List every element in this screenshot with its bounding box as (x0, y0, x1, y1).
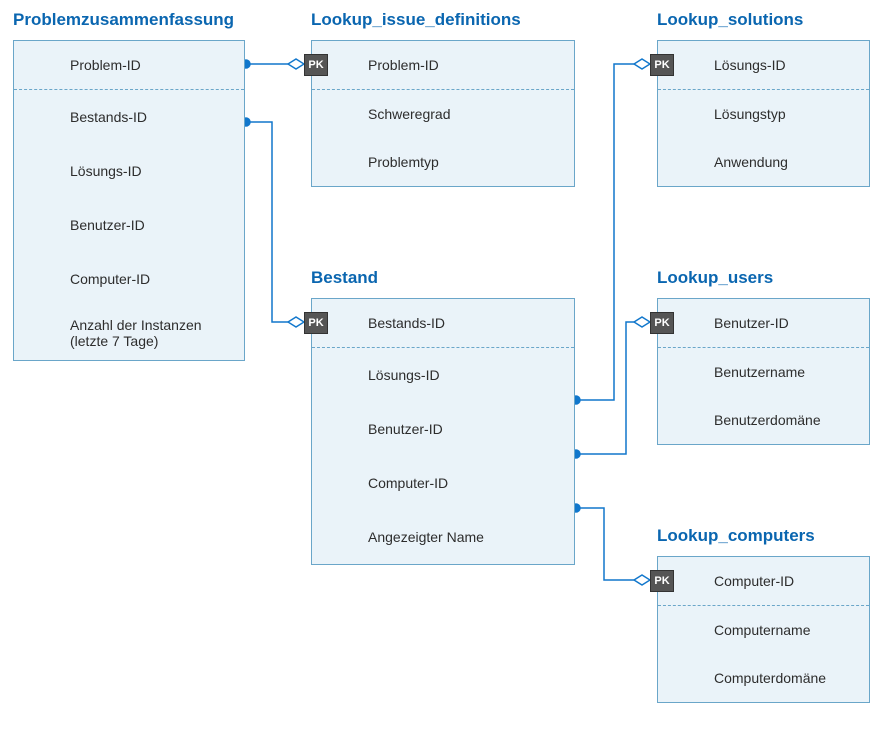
table-lookup-solutions: PK Lösungs-ID Lösungstyp Anwendung (657, 40, 870, 187)
field-label: Lösungs-ID (714, 57, 786, 73)
field: Angezeigter Name (312, 510, 574, 564)
table-bestand: PK Bestands-ID Lösungs-ID Benutzer-ID Co… (311, 298, 575, 565)
table-title-problem-summary: Problemzusammenfassung (13, 10, 234, 30)
table-title-lookup-users: Lookup_users (657, 268, 773, 288)
field-label: Bestands-ID (70, 109, 147, 125)
field-label: Anwendung (714, 154, 788, 170)
pk-badge-icon: PK (304, 312, 328, 334)
field: Lösungs-ID (312, 348, 574, 402)
pk-badge-icon: PK (304, 54, 328, 76)
field-label: Anzahl der Instanzen (letzte 7 Tage) (70, 317, 230, 349)
field: Bestands-ID (14, 90, 244, 144)
er-diagram-canvas: Problemzusammenfassung Problem-ID Bestan… (0, 0, 882, 744)
field-label: Benutzername (714, 364, 805, 380)
field-label: Computer-ID (368, 475, 448, 491)
field-label: Benutzer-ID (714, 315, 789, 331)
field-label: Problem-ID (70, 57, 141, 73)
field-label: Bestands-ID (368, 315, 445, 331)
pk-field: PK Bestands-ID (312, 299, 574, 347)
field-label: Schweregrad (368, 106, 451, 122)
pk-field: PK Lösungs-ID (658, 41, 869, 89)
field-label: Lösungstyp (714, 106, 786, 122)
field: Anwendung (658, 138, 869, 186)
field-label: Problem-ID (368, 57, 439, 73)
field: Lösungs-ID (14, 144, 244, 198)
table-title-bestand: Bestand (311, 268, 378, 288)
field: Problem-ID (14, 41, 244, 89)
field: Computer-ID (14, 252, 244, 306)
table-lookup-computers: PK Computer-ID Computername Computerdomä… (657, 556, 870, 703)
table-title-lookup-computers: Lookup_computers (657, 526, 815, 546)
field-label: Benutzer-ID (368, 421, 443, 437)
field-label: Computer-ID (70, 271, 150, 287)
field-label: Computername (714, 622, 811, 638)
pk-badge-icon: PK (650, 54, 674, 76)
field: Benutzername (658, 348, 869, 396)
field: Computer-ID (312, 456, 574, 510)
field-label: Benutzerdomäne (714, 412, 821, 428)
pk-field: PK Problem-ID (312, 41, 574, 89)
table-lookup-issue-definitions: PK Problem-ID Schweregrad Problemtyp (311, 40, 575, 187)
field-label: Lösungs-ID (368, 367, 440, 383)
field: Schweregrad (312, 90, 574, 138)
field-label: Problemtyp (368, 154, 439, 170)
field-label: Angezeigter Name (368, 529, 484, 545)
field: Anzahl der Instanzen (letzte 7 Tage) (14, 306, 244, 360)
pk-badge-icon: PK (650, 570, 674, 592)
table-title-lookup-issue-definitions: Lookup_issue_definitions (311, 10, 521, 30)
table-title-lookup-solutions: Lookup_solutions (657, 10, 803, 30)
table-problem-summary: Problem-ID Bestands-ID Lösungs-ID Benutz… (13, 40, 245, 361)
field-label: Computerdomäne (714, 670, 826, 686)
table-lookup-users: PK Benutzer-ID Benutzername Benutzerdomä… (657, 298, 870, 445)
field: Benutzerdomäne (658, 396, 869, 444)
field: Lösungstyp (658, 90, 869, 138)
field-label: Lösungs-ID (70, 163, 142, 179)
field: Benutzer-ID (14, 198, 244, 252)
field: Computerdomäne (658, 654, 869, 702)
pk-badge-icon: PK (650, 312, 674, 334)
pk-field: PK Computer-ID (658, 557, 869, 605)
pk-field: PK Benutzer-ID (658, 299, 869, 347)
field-label: Computer-ID (714, 573, 794, 589)
field: Computername (658, 606, 869, 654)
field: Problemtyp (312, 138, 574, 186)
field-label: Benutzer-ID (70, 217, 145, 233)
field: Benutzer-ID (312, 402, 574, 456)
